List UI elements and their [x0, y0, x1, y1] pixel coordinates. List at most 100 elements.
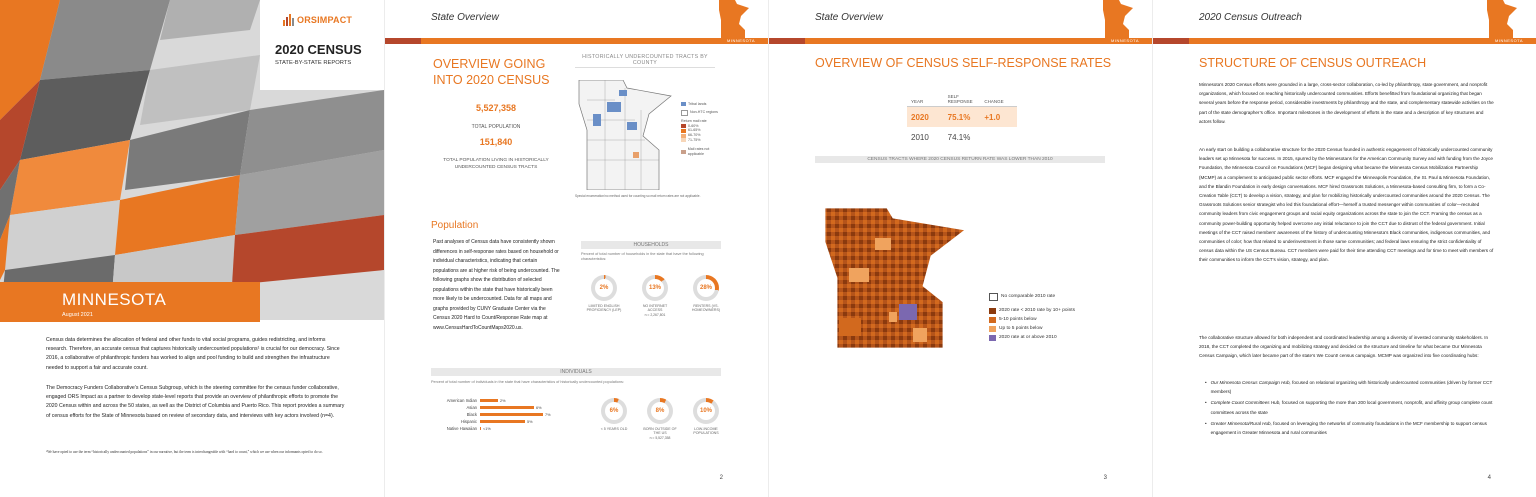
header-bar: [769, 38, 1153, 44]
undercounted-population-value: 151,840: [479, 137, 513, 147]
bar-chart-icon: [283, 14, 294, 26]
legend-item: Up to 5 points below: [989, 324, 1109, 333]
bar-row: American Indian 2%: [431, 397, 571, 404]
donut-ring: 6%: [601, 398, 627, 424]
cover-page: ORSIMPACT 2020 CENSUS STATE-BY-STATE REP…: [0, 0, 384, 497]
bar-label: Black: [466, 412, 477, 417]
donut-ring: 13%: [642, 275, 668, 301]
bar-label: Native Hawaiian: [446, 426, 477, 431]
bar-label: Hispanic: [460, 419, 477, 424]
page-number: 2: [719, 475, 723, 481]
bar-row: Native Hawaiian <1%: [431, 425, 571, 432]
legend-item: 2020 rate at or above 2010: [989, 333, 1109, 342]
donut-ring: 10%: [693, 398, 719, 424]
self-response-table: YEAR SELF RESPONSE CHANGE 2020 75.1% +1.…: [907, 86, 1017, 147]
cell: 74.1%: [947, 132, 971, 142]
household-donuts: 2% LIMITED ENGLISH PROFICIENCY (LEP) 13%…: [585, 275, 725, 318]
legend-non-htc: Non-HTC regions: [681, 109, 725, 116]
section-title: 2020 Census Outreach: [1199, 12, 1302, 23]
cover-subtitle: STATE-BY-STATE REPORTS: [275, 60, 352, 66]
bar: [480, 399, 498, 402]
total-population-label: TOTAL POPULATION: [471, 124, 521, 130]
bar-value: <1%: [483, 426, 491, 431]
bar-value: 7%: [545, 412, 551, 417]
undercounted-tracts-map: [578, 80, 672, 190]
bar-row: Black 7%: [431, 411, 571, 418]
col-response: SELF RESPONSE: [947, 94, 973, 104]
legend-item: 5-10 points below: [989, 315, 1109, 324]
minnesota-outline-icon: [719, 0, 749, 42]
bar-row: Hispanic 5%: [431, 418, 571, 425]
table-row: 2020 75.1% +1.0: [907, 107, 1017, 127]
cell: +1.0: [984, 112, 1001, 122]
outreach-heading: STRUCTURE OF CENSUS OUTREACH: [1199, 56, 1427, 70]
table-row: 2010 74.1%: [907, 127, 1017, 147]
individuals-title: INDIVIDUALS: [431, 368, 721, 376]
bar-row: Asian 6%: [431, 404, 571, 411]
self-response-heading: OVERVIEW OF CENSUS SELF-RESPONSE RATES: [815, 56, 1112, 70]
donut-under5: 6% < 5 YEARS OLD: [595, 398, 633, 441]
overview-heading: OVERVIEW GOING INTO 2020 CENSUS: [433, 57, 550, 87]
list-item: • Our Minnesota Census Campaign Hub, focu…: [1205, 380, 1493, 395]
households-desc: Percent of total number of households in…: [581, 252, 704, 261]
bar: [480, 406, 534, 409]
cover-state: MINNESOTA: [62, 290, 167, 309]
cell: 2010: [911, 132, 929, 142]
header-bar: [385, 38, 769, 44]
population-text: Past analyses of Census data have consis…: [433, 239, 560, 331]
page-number: 3: [1103, 475, 1107, 481]
individuals-desc: Percent of total number of individuals i…: [431, 380, 624, 384]
donut-ring: 28%: [693, 275, 719, 301]
legend-item: 2020 rate < 2010 rate by 10+ points: [989, 306, 1109, 315]
header-bar: [1153, 38, 1536, 44]
bar-label: Asian: [466, 405, 477, 410]
list-item: • Greater Minnesota/Rural Hub, focused on…: [1205, 420, 1487, 436]
bar: [480, 413, 543, 416]
col-change: CHANGE: [984, 99, 1004, 104]
donut-renters: 28% RENTERS (VS. HOMEOWNERS): [687, 275, 725, 318]
state-tag: MINNESOTA: [1111, 38, 1139, 43]
donut-lep: 2% LIMITED ENGLISH PROFICIENCY (LEP): [585, 275, 623, 318]
donut-internet: 13% NO INTERNET ACCESS n = 2,267,801: [636, 275, 674, 318]
list-item: • Complete Count Committees Hub, focused …: [1205, 400, 1493, 415]
hub-list: • Our Minnesota Census Campaign Hub, focu…: [1205, 378, 1495, 437]
cover-footnote: ¹We have opted to use the term “historic…: [46, 450, 323, 454]
section-title: State Overview: [815, 12, 883, 23]
bar-label: American Indian: [446, 398, 477, 403]
cover-paragraph-2: The Democracy Funders Collaborative’s Ce…: [46, 385, 345, 419]
tracts-map-title: HISTORICALLY UNDERCOUNTED TRACTS BY COUN…: [575, 54, 715, 68]
cover-state-band: MINNESOTA August 2021: [0, 282, 260, 322]
section-title: State Overview: [431, 12, 499, 23]
map-note: Special enumeration/no method used for c…: [575, 194, 701, 198]
bar: [480, 420, 525, 423]
cell: 2020: [911, 112, 929, 122]
response-change-map: [824, 208, 966, 348]
legend-tribal: Tribal lands: [681, 102, 725, 107]
individual-donuts: 6% < 5 YEARS OLD 8% BORN OUTSIDE OF THE …: [595, 398, 725, 441]
table-header: YEAR SELF RESPONSE CHANGE: [907, 86, 1017, 107]
col-year: YEAR: [911, 99, 924, 104]
cover-paragraph-1: Census data determines the allocation of…: [46, 337, 340, 371]
outreach-para-3: The collaborative structure allowed for …: [1199, 335, 1489, 359]
race-bar-chart: American Indian 2% Asian 6% Black 7% Hispanic 5…: [431, 397, 571, 432]
page-4: 2020 Census Outreach MINNESOTA STRUCTURE…: [1152, 0, 1536, 497]
population-heading: Population: [431, 220, 479, 231]
bar-value: 6%: [536, 405, 542, 410]
households-title: HOUSEHOLDS: [581, 241, 721, 249]
donut-low-income: 10% LOW-INCOME POPULATIONS: [687, 398, 725, 441]
legend-item: No comparable 2010 rate: [989, 292, 1109, 301]
page-2: State Overview MINNESOTA OVERVIEW GOING …: [384, 0, 769, 497]
outreach-para-1: Minnesota’s 2020 Census efforts were gro…: [1199, 82, 1494, 124]
total-population-value: 5,527,358: [475, 103, 517, 113]
donut-born-outside: 8% BORN OUTSIDE OF THE US n = 5,527,358: [641, 398, 679, 441]
cell: 75.1%: [947, 112, 971, 122]
cover-date: August 2021: [62, 312, 93, 318]
bar-value: 2%: [500, 398, 506, 403]
state-tag: MINNESOTA: [727, 38, 755, 43]
legend-na: Mail rates not applicable: [681, 147, 725, 157]
donut-ring: 2%: [591, 275, 617, 301]
ors-logo: ORSIMPACT: [283, 14, 352, 26]
cover-title: 2020 CENSUS: [275, 42, 362, 57]
minnesota-outline-icon: [1487, 0, 1517, 42]
page-number: 4: [1487, 475, 1491, 481]
